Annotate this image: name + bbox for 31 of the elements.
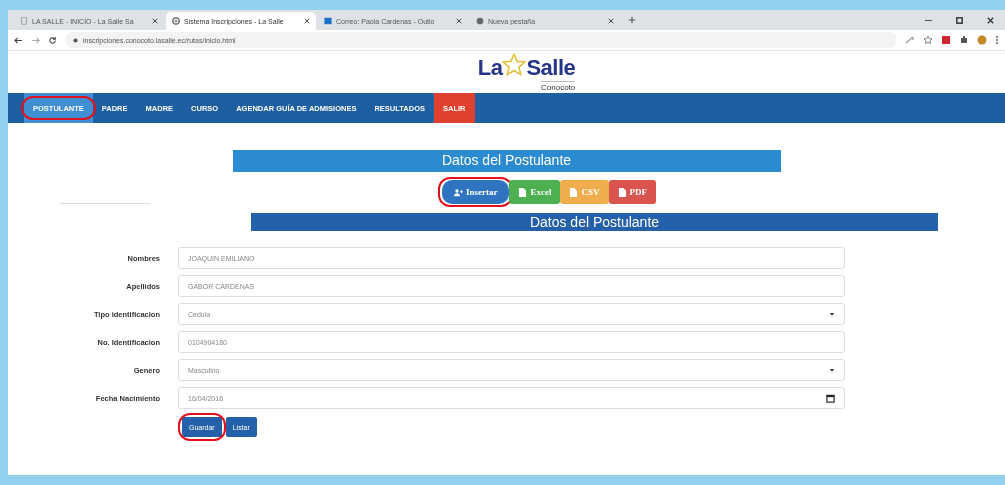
close-icon[interactable]: [986, 15, 995, 25]
file-icon: [518, 187, 528, 197]
calendar-icon[interactable]: [826, 393, 835, 403]
share-icon[interactable]: [905, 35, 915, 45]
globe-icon: [172, 17, 180, 25]
page-icon: [20, 17, 28, 25]
lock-icon: [73, 37, 78, 43]
new-tab-icon[interactable]: [628, 16, 636, 24]
insert-button[interactable]: Insertar: [442, 180, 510, 204]
back-icon[interactable]: [14, 35, 23, 45]
mail-icon: [324, 17, 332, 25]
close-icon[interactable]: [304, 18, 310, 24]
avatar-icon[interactable]: [977, 35, 987, 45]
file-icon: [569, 187, 579, 197]
logo: La Salle Conocoto: [477, 55, 576, 92]
close-icon[interactable]: [456, 18, 462, 24]
export-button[interactable]: PDF: [608, 180, 656, 204]
close-icon[interactable]: [608, 18, 614, 24]
page-icon: [476, 17, 484, 25]
section-header: Datos del Postulante: [232, 150, 781, 172]
star-icon[interactable]: [923, 35, 933, 45]
extension-icon[interactable]: [941, 35, 951, 45]
reload-icon[interactable]: [48, 35, 57, 45]
form-header: Datos del Postulante: [251, 213, 938, 231]
restore-icon[interactable]: [955, 15, 964, 25]
add-user-icon: [454, 187, 463, 197]
file-icon: [617, 187, 627, 197]
menu-icon[interactable]: [995, 35, 999, 45]
caret-icon: [829, 311, 835, 317]
caret-icon: [829, 367, 835, 373]
close-icon[interactable]: [152, 18, 158, 24]
